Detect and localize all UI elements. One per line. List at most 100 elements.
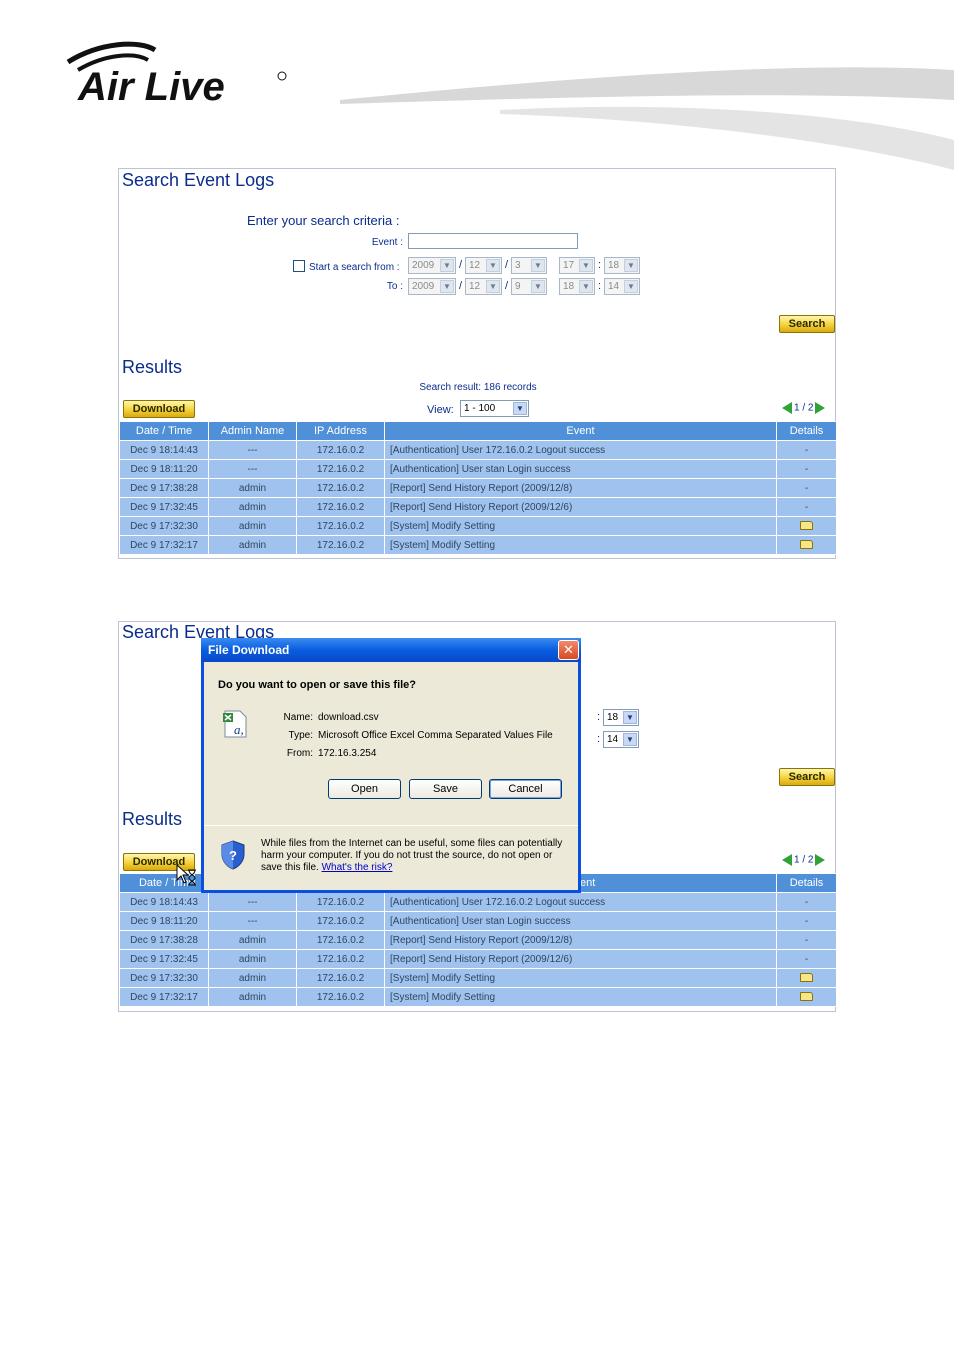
cell-details[interactable]: - (776, 892, 837, 912)
cell-event: [System] Modify Setting (384, 968, 777, 988)
search-button[interactable]: Search (779, 315, 835, 333)
view-range-select[interactable]: 1 - 100 ▼ (460, 400, 529, 417)
security-shield-icon: ? (221, 840, 245, 870)
to-hour-select[interactable]: 18 ▼ (559, 278, 595, 295)
cell-details[interactable]: - (776, 949, 837, 969)
dialog-titlebar[interactable]: File Download ✕ (201, 638, 581, 662)
table-row: Dec 9 17:32:30 admin 172.16.0.2 [System] Mo… (119, 516, 837, 536)
cell-details[interactable] (776, 987, 837, 1007)
from-minute-select[interactable]: 18 ▼ (603, 709, 639, 726)
download-button[interactable]: Download (123, 400, 195, 418)
warning-text: While files from the Internet can be use… (261, 838, 563, 873)
cell-details[interactable]: - (776, 911, 837, 931)
cell-ip-address: 172.16.0.2 (296, 478, 385, 498)
cell-date-time: Dec 9 17:32:17 (119, 535, 209, 555)
cell-event: [Report] Send History Report (2009/12/8) (384, 930, 777, 950)
svg-text:Air Live: Air Live (77, 65, 225, 109)
time-separator: : (597, 711, 601, 723)
cell-details[interactable]: - (776, 497, 837, 517)
cell-details[interactable] (776, 968, 837, 988)
from-hour-select[interactable]: 17 ▼ (559, 257, 595, 274)
csv-file-icon: a, (223, 710, 247, 738)
cell-admin-name: --- (208, 440, 297, 460)
to-year-select[interactable]: 2009 ▼ (408, 278, 456, 295)
open-button[interactable]: Open (328, 779, 401, 799)
cell-ip-address: 172.16.0.2 (296, 949, 385, 969)
column-header-ip[interactable]: IP Address (296, 421, 385, 441)
table-row: Dec 9 17:32:30 admin 172.16.0.2 [System] Mo… (119, 968, 837, 988)
cell-details[interactable]: - (776, 440, 837, 460)
cell-details[interactable]: - (776, 930, 837, 950)
svg-text:?: ? (229, 848, 237, 863)
to-month-select[interactable]: 12 ▼ (465, 278, 502, 295)
folder-icon[interactable] (800, 521, 813, 531)
search-button[interactable]: Search (779, 768, 835, 786)
cell-ip-address: 172.16.0.2 (296, 911, 385, 931)
chevron-down-icon: ▼ (623, 733, 637, 746)
column-header-date[interactable]: Date / Time (119, 421, 209, 441)
cell-admin-name: --- (208, 459, 297, 479)
event-input[interactable] (408, 233, 578, 249)
to-day-select[interactable]: 9 ▼ (511, 278, 547, 295)
cell-details[interactable]: - (776, 478, 837, 498)
cell-admin-name: admin (208, 516, 297, 536)
time-separator: : (598, 280, 602, 292)
type-label: Type: (288, 730, 313, 741)
pager: 1 / 2 (782, 402, 826, 414)
cell-admin-name: --- (208, 911, 297, 931)
next-page-icon[interactable] (815, 402, 826, 414)
search-event-logs-panel: Search Event Logs Enter your search crit… (118, 168, 837, 559)
prev-page-icon[interactable] (782, 854, 792, 866)
cell-admin-name: admin (208, 535, 297, 555)
cell-admin-name: admin (208, 497, 297, 517)
cell-ip-address: 172.16.0.2 (296, 440, 385, 460)
cell-details[interactable] (776, 535, 837, 555)
chevron-down-icon: ▼ (440, 280, 454, 293)
cell-admin-name: admin (208, 987, 297, 1007)
results-title: Results (122, 809, 183, 829)
prev-page-icon[interactable] (782, 402, 792, 414)
column-header-details[interactable]: Details (776, 421, 837, 441)
cell-date-time: Dec 9 17:32:17 (119, 987, 209, 1007)
chevron-down-icon: ▼ (531, 280, 545, 293)
from-minute-select[interactable]: 18 ▼ (604, 257, 640, 274)
cell-event: [Authentication] User 172.16.0.2 Logout … (384, 440, 777, 460)
cell-event: [Authentication] User stan Login success (384, 911, 777, 931)
cell-details[interactable] (776, 516, 837, 536)
chevron-down-icon: ▼ (579, 259, 593, 272)
cell-date-time: Dec 9 18:11:20 (119, 459, 209, 479)
page-indicator: 1 / 2 (794, 854, 814, 866)
cell-event: [Report] Send History Report (2009/12/8) (384, 478, 777, 498)
from-day-select[interactable]: 3 ▼ (511, 257, 547, 274)
header-swoosh (340, 67, 954, 170)
to-minute-select[interactable]: 14 ▼ (603, 731, 639, 748)
cell-date-time: Dec 9 17:32:45 (119, 949, 209, 969)
column-header-admin[interactable]: Admin Name (208, 421, 297, 441)
close-button[interactable]: ✕ (558, 640, 579, 660)
to-minute-select[interactable]: 14 ▼ (604, 278, 640, 295)
whats-the-risk-link[interactable]: What's the risk? (322, 862, 393, 873)
column-header-event[interactable]: Event (384, 421, 777, 441)
dialog-question: Do you want to open or save this file? (218, 679, 417, 691)
to-label: To : (386, 281, 403, 292)
cell-ip-address: 172.16.0.2 (296, 987, 385, 1007)
time-separator: : (598, 259, 602, 271)
cell-details[interactable]: - (776, 459, 837, 479)
cell-admin-name: admin (208, 930, 297, 950)
file-type: Microsoft Office Excel Comma Separated V… (318, 730, 553, 741)
folder-icon[interactable] (800, 973, 813, 983)
folder-icon[interactable] (800, 540, 813, 550)
folder-icon[interactable] (800, 992, 813, 1002)
cell-ip-address: 172.16.0.2 (296, 892, 385, 912)
cancel-button[interactable]: Cancel (489, 779, 562, 799)
from-month-select[interactable]: 12 ▼ (465, 257, 502, 274)
table-row: Dec 9 17:32:17 admin 172.16.0.2 [System] Mo… (119, 987, 837, 1007)
from-year-select[interactable]: 2009 ▼ (408, 257, 456, 274)
start-search-checkbox[interactable] (293, 260, 305, 272)
page-title: Search Event Logs (122, 170, 275, 190)
next-page-icon[interactable] (815, 854, 826, 866)
save-button[interactable]: Save (409, 779, 482, 799)
chevron-down-icon: ▼ (624, 280, 638, 293)
hourglass-cursor-icon (176, 864, 196, 886)
column-header-details[interactable]: Details (776, 873, 837, 893)
